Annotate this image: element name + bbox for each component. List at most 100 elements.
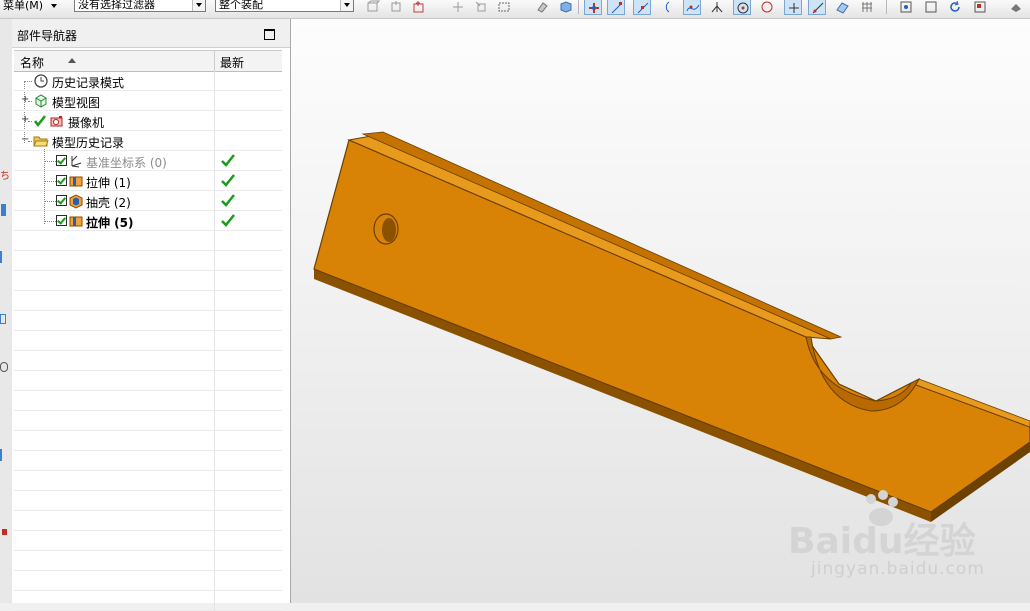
point-on-curve-icon[interactable] [808, 0, 826, 15]
expand-plus-icon[interactable]: + [21, 95, 29, 105]
column-divider [214, 91, 215, 111]
menu-button[interactable]: 菜单(M) [3, 0, 57, 14]
navigator-title: 部件导航器 [17, 29, 78, 43]
latest-check-icon [221, 174, 235, 187]
column-latest-header[interactable]: 最新 [220, 54, 244, 71]
cube-icon[interactable] [556, 0, 574, 15]
selection-filter-value: 没有选择过滤器 [78, 0, 155, 11]
column-divider [214, 71, 215, 91]
column-divider[interactable] [214, 51, 215, 71]
empty-row [14, 471, 282, 491]
grid-icon[interactable] [858, 0, 876, 15]
tree-row-datum-csys[interactable]: 基准坐标系 (0) [14, 151, 282, 171]
eraser-icon[interactable] [533, 0, 551, 15]
assembly-navigator-icon[interactable] [1, 204, 6, 216]
tree-row-extrude-1[interactable]: 拉伸 (1) [14, 171, 282, 191]
model-view-icon [35, 94, 47, 108]
latest-check-icon [221, 154, 235, 167]
chevron-down-icon [340, 0, 353, 11]
extrude-icon [69, 216, 83, 227]
empty-row [14, 511, 282, 531]
point-on-face-icon[interactable] [833, 0, 851, 15]
sort-ascending-icon [68, 58, 76, 63]
latest-check-icon [221, 214, 235, 227]
menu-dropdown-icon [51, 4, 57, 8]
curve-point-icon[interactable] [683, 0, 701, 15]
move-icon[interactable] [472, 0, 490, 15]
watermark-url: jingyan.baidu.com [811, 559, 985, 579]
selection-filter-dropdown[interactable]: 没有选择过滤器 [74, 0, 206, 12]
shell-icon [69, 194, 83, 209]
collapse-minus-icon[interactable]: − [21, 135, 29, 145]
empty-row [14, 591, 282, 611]
mid-point-icon[interactable] [633, 0, 651, 15]
maximize-icon[interactable] [264, 29, 275, 40]
feature-visibility-checkbox[interactable] [56, 175, 67, 186]
arc-center-icon[interactable] [658, 0, 676, 15]
constraint-navigator-icon[interactable] [0, 251, 6, 263]
existing-point-icon[interactable] [784, 0, 802, 15]
column-divider [214, 131, 215, 151]
feature-visibility-checkbox[interactable] [56, 215, 67, 226]
snap-mode-icon[interactable] [584, 0, 602, 15]
web-browser-icon[interactable] [0, 449, 6, 461]
history-icon[interactable] [0, 362, 8, 372]
empty-row [14, 491, 282, 511]
feature-visibility-checkbox[interactable] [56, 155, 67, 166]
zoom-icon[interactable] [922, 0, 940, 15]
navigator-tree: 历史记录模式 + 模型视图 + 摄像机 − 模型历史记录 基准坐标系 (0) 拉… [14, 71, 282, 611]
select-feature-icon[interactable] [387, 0, 405, 15]
selection-scope-dropdown[interactable]: 整个装配 [215, 0, 354, 12]
empty-row [14, 311, 282, 331]
rectangle-select-icon[interactable] [495, 0, 513, 15]
intersection-icon[interactable] [708, 0, 726, 15]
tree-row-label: 拉伸 (1) [86, 176, 131, 190]
empty-row [14, 371, 282, 391]
tree-row-model-views[interactable]: + 模型视图 [14, 91, 282, 111]
quadrant-point-icon[interactable] [758, 0, 776, 15]
view-orientation-icon[interactable] [1007, 0, 1025, 15]
palette-icon[interactable] [2, 529, 7, 535]
tree-row-shell[interactable]: 抽壳 (2) [14, 191, 282, 211]
tree-row-label: 摄像机 [68, 116, 105, 130]
top-toolbar: 菜单(M) 没有选择过滤器 整个装配 [0, 0, 1030, 19]
latest-check-icon [221, 194, 235, 207]
crosshair-icon[interactable] [449, 0, 467, 15]
point-constructor-icon[interactable] [410, 0, 428, 15]
tree-row-label: 模型历史记录 [52, 136, 125, 150]
tree-row-extrude-5[interactable]: 拉伸 (5) [14, 211, 282, 231]
part-navigator: 部件导航器 名称 最新 历史记录模式 + 模型视图 + 摄像机 − 模型历史记录… [12, 19, 291, 611]
toolbar-separator [578, 0, 579, 14]
expand-plus-icon[interactable]: + [21, 115, 29, 125]
clock-icon [34, 74, 48, 88]
reuse-library-icon[interactable] [0, 314, 6, 324]
menu-label: 菜单(M) [3, 0, 44, 12]
column-divider [214, 211, 215, 231]
center-point-icon[interactable] [733, 0, 751, 15]
navigator-column-header: 名称 最新 [14, 50, 282, 72]
empty-row [14, 331, 282, 351]
graphics-window[interactable]: Baidu经验 jingyan.baidu.com [291, 19, 1030, 603]
render-style-icon[interactable] [971, 0, 989, 15]
check-icon [34, 115, 46, 128]
tree-row-label: 历史记录模式 [52, 76, 125, 90]
resource-tab-icon[interactable]: ち [0, 167, 10, 182]
empty-row [14, 431, 282, 451]
extrude-icon [69, 176, 83, 187]
column-divider [214, 111, 215, 131]
empty-row [14, 571, 282, 591]
fit-view-icon[interactable] [897, 0, 915, 15]
empty-row [14, 271, 282, 291]
snap-icon[interactable] [364, 0, 382, 15]
tree-row-history-mode[interactable]: 历史记录模式 [14, 71, 282, 91]
rotate-icon[interactable] [946, 0, 964, 15]
empty-row [14, 391, 282, 411]
empty-row [14, 411, 282, 431]
end-point-icon[interactable] [607, 0, 625, 15]
column-name-header[interactable]: 名称 [20, 54, 44, 71]
tree-row-model-history[interactable]: − 模型历史记录 [14, 131, 282, 151]
feature-visibility-checkbox[interactable] [56, 195, 67, 206]
empty-row [14, 531, 282, 551]
empty-row [14, 231, 282, 251]
tree-row-camera[interactable]: + 摄像机 [14, 111, 282, 131]
